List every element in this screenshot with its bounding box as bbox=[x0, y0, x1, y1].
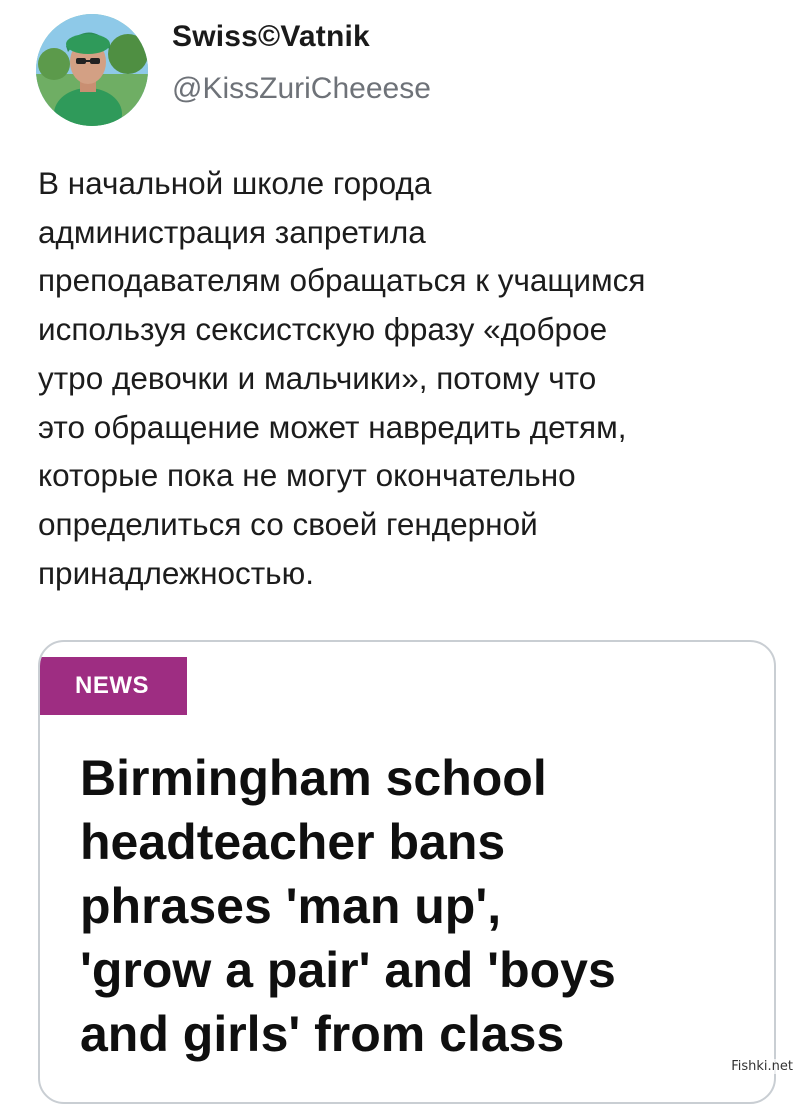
tweet-text-line: это обращение может навредить детям, bbox=[38, 408, 627, 445]
tweet-text-line: которые пока не могут окончательно bbox=[38, 457, 576, 494]
tweet-text-line: преподавателям обращаться к учащимся bbox=[38, 262, 646, 299]
tweet-text: В начальной школе города администрация з… bbox=[38, 159, 778, 597]
headline-line: 'grow a pair' and 'boys bbox=[80, 942, 616, 998]
user-handle[interactable]: @KissZuriCheeese bbox=[172, 72, 431, 106]
link-preview-card[interactable]: NEWS Birmingham school headteacher bans … bbox=[38, 640, 776, 1104]
headline-line: and girls' from class bbox=[80, 1006, 565, 1062]
headline-line: headteacher bans bbox=[80, 814, 506, 870]
tweet-text-line: администрация запретила bbox=[38, 213, 426, 250]
avatar-photo bbox=[36, 14, 148, 126]
headline-line: Birmingham school bbox=[80, 750, 547, 806]
headline-line: phrases 'man up', bbox=[80, 878, 502, 934]
avatar[interactable] bbox=[36, 14, 148, 126]
tweet-text-line: утро девочки и мальчики», потому что bbox=[38, 359, 597, 396]
tweet-text-line: принадлежностью. bbox=[38, 554, 314, 591]
tweet-text-line: используя сексистскую фразу «доброе bbox=[38, 311, 608, 348]
news-badge: NEWS bbox=[40, 657, 187, 715]
watermark: Fishki.net bbox=[729, 1059, 795, 1074]
article-headline[interactable]: Birmingham school headteacher bans phras… bbox=[80, 746, 770, 1066]
display-name[interactable]: Swiss©Vatnik bbox=[172, 20, 370, 54]
tweet-text-line: В начальной школе города bbox=[38, 165, 432, 201]
tweet-text-line: определиться со своей гендерной bbox=[38, 505, 538, 542]
